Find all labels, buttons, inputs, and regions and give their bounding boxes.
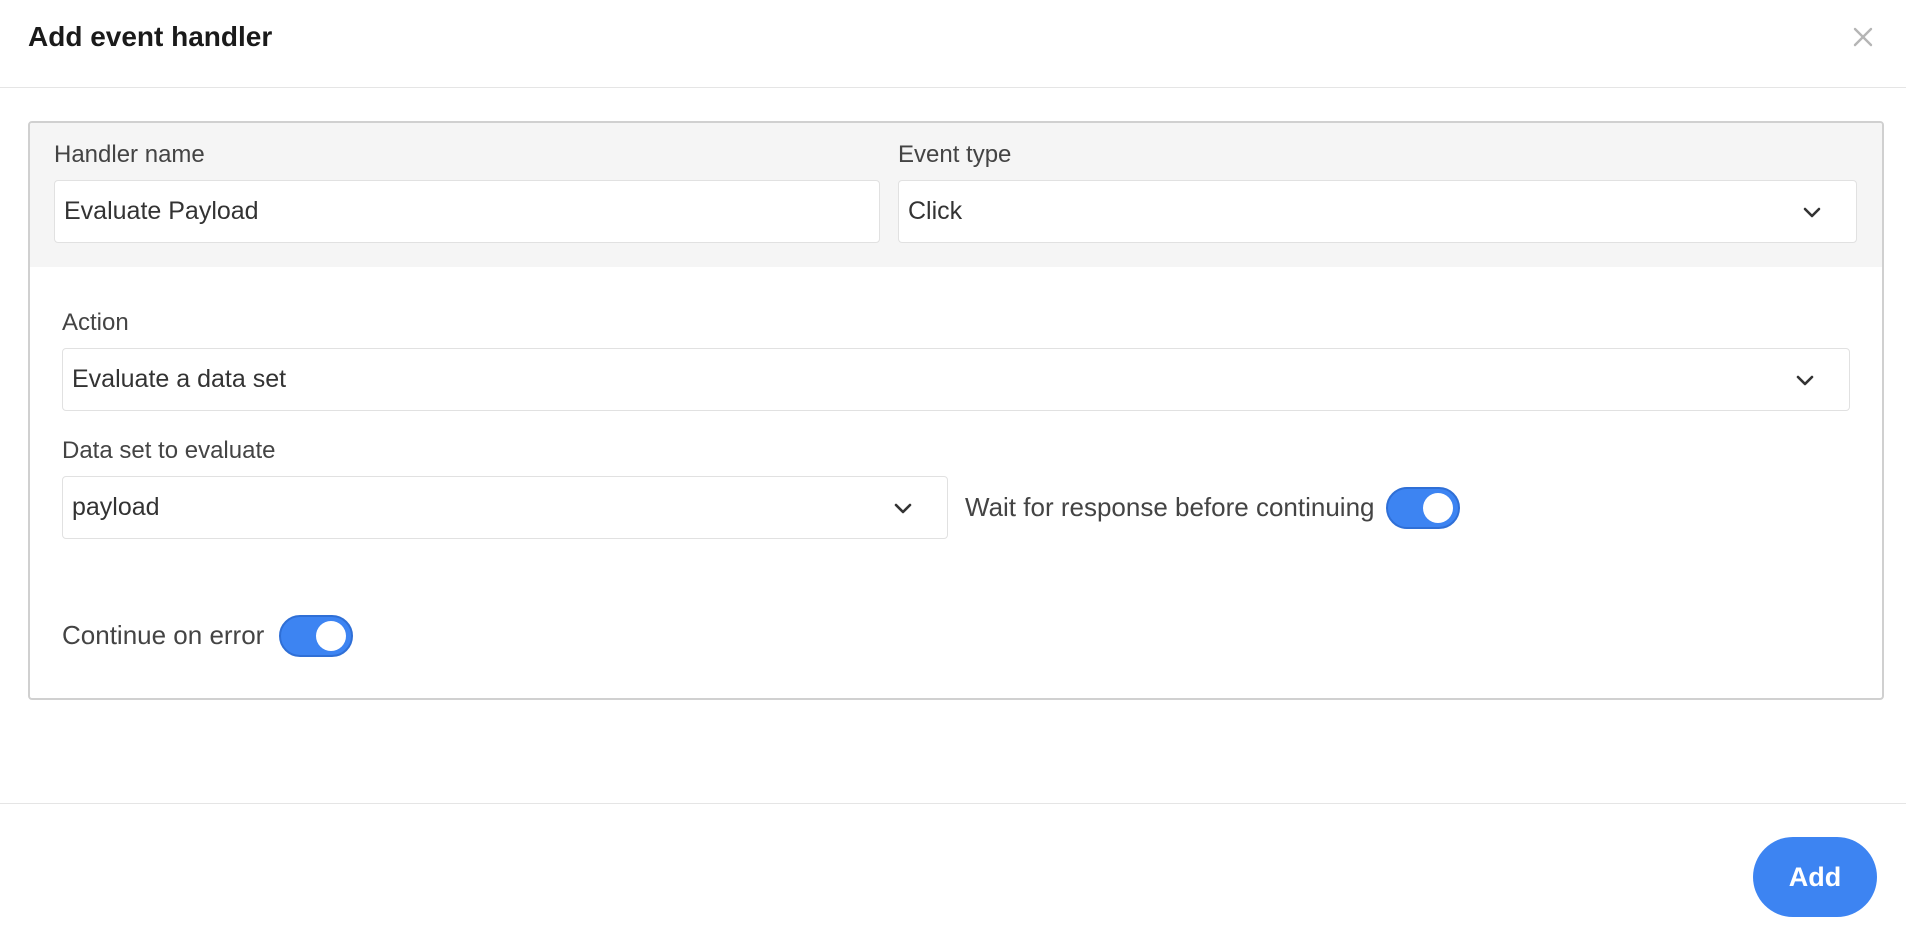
handler-name-input[interactable] <box>54 180 880 243</box>
wait-for-response-label: Wait for response before continuing <box>965 492 1375 522</box>
toggle-knob <box>1423 493 1453 523</box>
add-event-handler-dialog: Add event handler Handler name Event typ… <box>0 0 1906 938</box>
event-type-value: Click <box>908 197 963 225</box>
action-value: Evaluate a data set <box>72 365 287 393</box>
chevron-down-icon <box>1793 368 1817 392</box>
footer-divider <box>0 803 1906 804</box>
continue-on-error-label: Continue on error <box>62 620 265 650</box>
handler-name-label: Handler name <box>54 141 205 168</box>
toggle-knob <box>316 621 346 651</box>
action-label: Action <box>62 309 129 336</box>
chevron-down-icon <box>1800 200 1824 224</box>
close-icon <box>1853 27 1873 47</box>
dialog-header: Add event handler <box>0 0 1906 88</box>
action-select[interactable]: Evaluate a data set <box>62 348 1850 411</box>
event-type-label: Event type <box>898 141 1012 168</box>
data-set-select[interactable]: payload <box>62 476 948 539</box>
close-button[interactable] <box>1846 20 1880 54</box>
chevron-down-icon <box>891 496 915 520</box>
data-set-label: Data set to evaluate <box>62 437 276 464</box>
dialog-title: Add event handler <box>28 21 273 52</box>
event-type-select[interactable]: Click <box>898 180 1857 243</box>
continue-on-error-toggle[interactable] <box>279 615 353 657</box>
data-set-value: payload <box>72 493 160 521</box>
add-button[interactable]: Add <box>1753 837 1877 917</box>
event-handler-panel: Handler name Event type Click Action Eva… <box>28 121 1884 700</box>
wait-for-response-toggle[interactable] <box>1386 487 1460 529</box>
